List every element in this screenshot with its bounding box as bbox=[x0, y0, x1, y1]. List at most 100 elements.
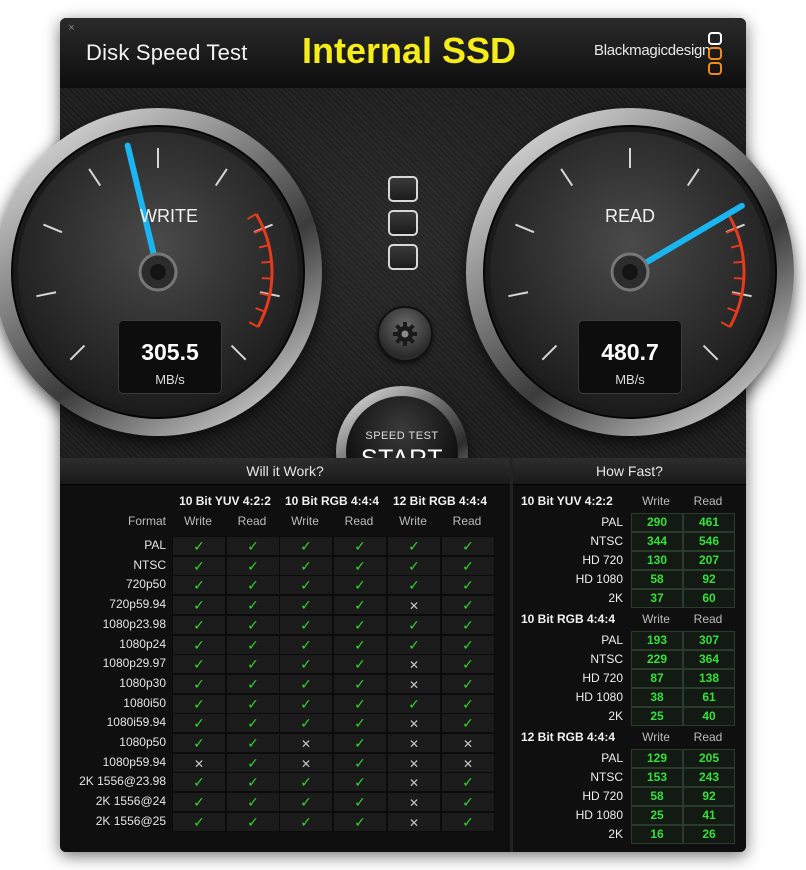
write-speed-cell: 130 bbox=[631, 551, 683, 570]
ok-mark: ✓ bbox=[247, 794, 259, 811]
check-icon: ✓ bbox=[226, 811, 280, 832]
will-format-label: 1080p59.94 bbox=[102, 754, 166, 769]
ok-mark: ✓ bbox=[193, 715, 205, 732]
cross-icon: ✕ bbox=[279, 733, 333, 753]
ok-mark: ✓ bbox=[462, 813, 474, 830]
gear-icon bbox=[393, 322, 417, 346]
read-speed-cell: 205 bbox=[683, 749, 735, 768]
check-icon: ✓ bbox=[387, 575, 441, 596]
ok-mark: ✓ bbox=[247, 754, 259, 771]
ok-mark: ✓ bbox=[354, 656, 366, 673]
will-format-label: PAL bbox=[144, 538, 166, 552]
will-format-label: 1080p30 bbox=[119, 675, 166, 690]
app-title: Disk Speed Test bbox=[86, 40, 248, 65]
read-speed-cell: 307 bbox=[683, 631, 735, 650]
ok-mark: ✓ bbox=[300, 538, 312, 554]
will-sub-header: Read bbox=[344, 514, 374, 528]
ok-mark: ✓ bbox=[300, 557, 312, 574]
ok-mark: ✓ bbox=[354, 813, 366, 830]
disk-icon[interactable] bbox=[388, 176, 418, 202]
ok-mark: ✓ bbox=[462, 715, 474, 732]
write-speed-cell: 344 bbox=[631, 532, 683, 551]
how-fast-format-label: NTSC bbox=[590, 534, 623, 548]
how-fast-format-label: HD 720 bbox=[582, 553, 623, 567]
check-icon: ✓ bbox=[172, 654, 226, 675]
how-fast-group-header: 10 Bit YUV 4:2:2 bbox=[521, 494, 613, 508]
check-icon: ✓ bbox=[441, 713, 495, 734]
cross-icon: ✕ bbox=[387, 654, 441, 675]
ok-mark: ✓ bbox=[462, 616, 474, 633]
check-icon: ✓ bbox=[333, 733, 387, 753]
format-column-header: Format bbox=[127, 514, 166, 528]
ok-mark: ✓ bbox=[247, 715, 259, 732]
read-speed-cell: 243 bbox=[683, 768, 735, 787]
how-fast-header: How Fast? bbox=[513, 458, 746, 485]
ok-mark: ✓ bbox=[193, 675, 205, 692]
redline-tick bbox=[733, 260, 744, 264]
check-icon: ✓ bbox=[172, 634, 226, 655]
check-icon: ✓ bbox=[387, 555, 441, 576]
ok-mark: ✓ bbox=[354, 794, 366, 811]
check-icon: ✓ bbox=[172, 713, 226, 734]
check-icon: ✓ bbox=[333, 575, 387, 596]
cross-icon: ✕ bbox=[387, 792, 441, 813]
write-speed-unit: MB/s bbox=[155, 372, 185, 387]
ok-mark: ✓ bbox=[300, 616, 312, 633]
check-icon: ✓ bbox=[172, 772, 226, 793]
read-speed-cell: 61 bbox=[683, 688, 735, 707]
will-format-label: 1080i59.94 bbox=[106, 715, 166, 730]
check-icon: ✓ bbox=[279, 575, 333, 596]
will-group-header: 10 Bit RGB 4:4:4 bbox=[284, 494, 380, 508]
cross-icon: ✕ bbox=[387, 772, 441, 793]
ok-mark: ✓ bbox=[247, 675, 259, 692]
will-format-label: NTSC bbox=[133, 557, 166, 572]
write-speed-cell: 37 bbox=[631, 589, 683, 608]
ok-mark: ✓ bbox=[462, 597, 474, 614]
disk-icon[interactable] bbox=[388, 244, 418, 270]
disk-icon[interactable] bbox=[388, 210, 418, 236]
check-icon: ✓ bbox=[279, 693, 333, 714]
ok-mark: ✓ bbox=[354, 597, 366, 614]
fail-mark: ✕ bbox=[193, 756, 205, 771]
settings-button[interactable] bbox=[377, 306, 433, 362]
panel-divider bbox=[510, 458, 513, 852]
read-speed-cell: 26 bbox=[683, 825, 735, 844]
will-format-label: 1080p23.98 bbox=[102, 616, 166, 631]
how-fast-format-label: 2K bbox=[608, 591, 623, 605]
check-icon: ✓ bbox=[279, 811, 333, 832]
close-icon[interactable]: × bbox=[66, 23, 77, 34]
ok-mark: ✓ bbox=[408, 557, 420, 574]
check-icon: ✓ bbox=[226, 595, 280, 616]
ok-mark: ✓ bbox=[247, 774, 259, 791]
ok-mark: ✓ bbox=[247, 616, 259, 633]
check-icon: ✓ bbox=[279, 614, 333, 635]
check-icon: ✓ bbox=[333, 634, 387, 655]
how-fast-format-label: PAL bbox=[601, 515, 623, 529]
check-icon: ✓ bbox=[226, 536, 280, 556]
how-fast-group-header: 12 Bit RGB 4:4:4 bbox=[521, 730, 616, 744]
ok-mark: ✓ bbox=[193, 577, 205, 594]
will-format-label: 1080p29.97 bbox=[102, 656, 166, 671]
ok-mark: ✓ bbox=[300, 715, 312, 732]
disk-name-title: Internal SSD bbox=[302, 30, 517, 71]
cross-icon: ✕ bbox=[441, 752, 495, 773]
ok-mark: ✓ bbox=[300, 695, 312, 712]
redline-tick bbox=[733, 277, 744, 280]
ok-mark: ✓ bbox=[300, 794, 312, 811]
check-icon: ✓ bbox=[441, 555, 495, 576]
check-icon: ✓ bbox=[441, 536, 495, 556]
ok-mark: ✓ bbox=[193, 774, 205, 791]
check-icon: ✓ bbox=[226, 575, 280, 596]
check-icon: ✓ bbox=[333, 536, 387, 556]
check-icon: ✓ bbox=[441, 792, 495, 813]
check-icon: ✓ bbox=[333, 752, 387, 773]
ok-mark: ✓ bbox=[354, 695, 366, 712]
fail-mark: ✕ bbox=[408, 658, 420, 673]
write-readout: 305.5 MB/s bbox=[118, 320, 222, 394]
how-fast-sub-header: Write bbox=[642, 730, 670, 744]
check-icon: ✓ bbox=[226, 673, 280, 694]
will-sub-header: Write bbox=[184, 514, 212, 528]
how-fast-format-label: 2K bbox=[608, 827, 623, 841]
cross-icon: ✕ bbox=[387, 713, 441, 734]
check-icon: ✓ bbox=[226, 733, 280, 753]
